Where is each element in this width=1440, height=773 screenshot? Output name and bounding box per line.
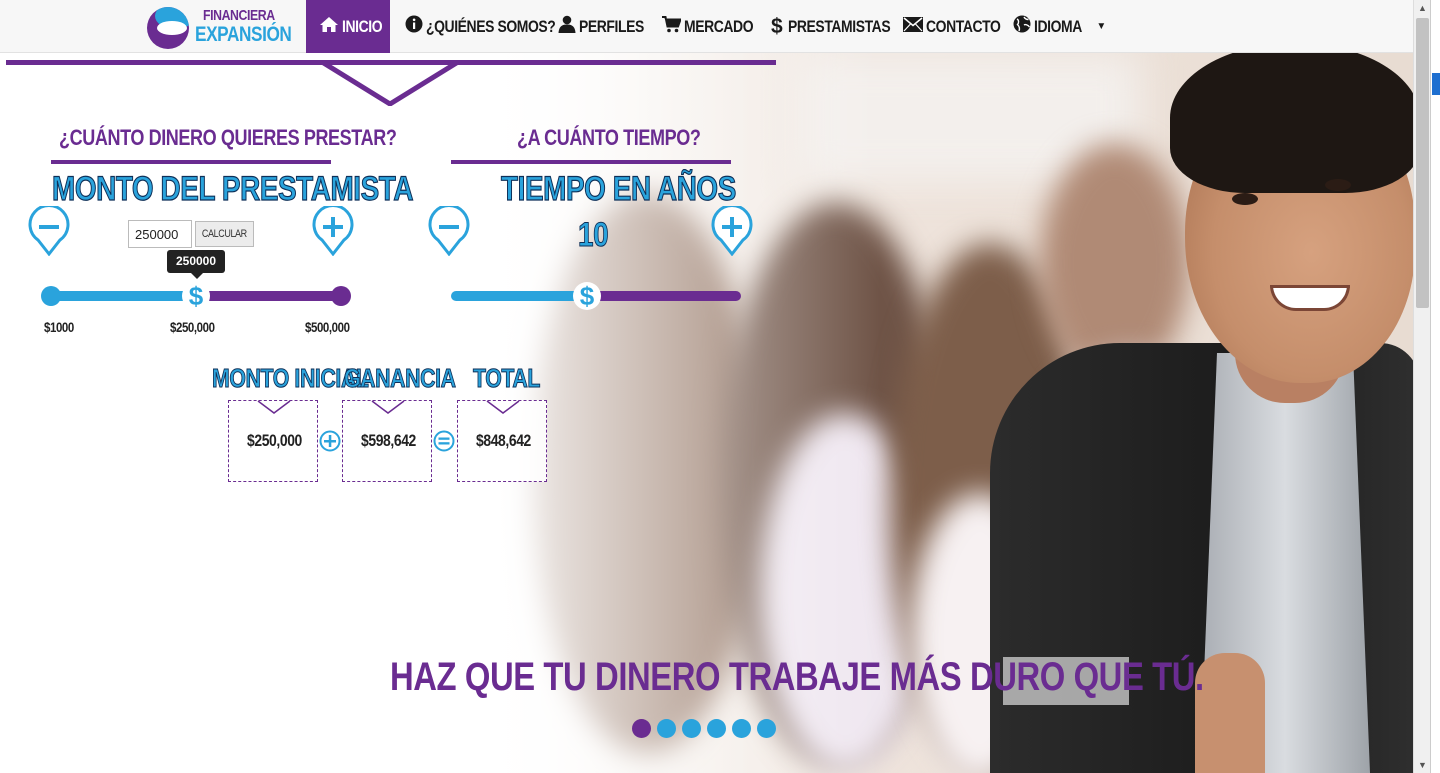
gain-label: GANANCIA	[344, 363, 457, 394]
globe-icon	[1013, 15, 1031, 38]
initial-amount-value: $250,000	[246, 431, 302, 450]
man-eye	[1325, 179, 1351, 191]
amount-slider-fill	[50, 291, 196, 301]
carousel-dot[interactable]	[632, 719, 651, 738]
nav-inicio[interactable]: INICIO	[306, 0, 390, 53]
brand-logo[interactable]: FINANCIERA EXPANSIÓN	[147, 4, 297, 50]
gain-value: $598,642	[360, 431, 416, 450]
cart-icon	[662, 15, 682, 38]
nav-idioma-label: IDIOMA	[1034, 16, 1082, 36]
amount-slider-min-dot	[41, 286, 61, 306]
amount-slider-rest	[196, 291, 342, 301]
equals-circle-icon	[433, 430, 455, 452]
years-slider-rest	[587, 291, 741, 301]
plus-circle-icon	[319, 430, 341, 452]
navbar: FINANCIERA EXPANSIÓN INICIO ¿QUIÉNES SOM…	[0, 0, 1413, 53]
minus-pin-icon[interactable]	[428, 206, 470, 256]
notch-icon	[486, 400, 520, 414]
time-question: ¿A CUÁNTO TIEMPO?	[517, 125, 701, 150]
time-underline	[451, 160, 731, 164]
carousel-indicators	[632, 719, 776, 738]
total-value: $848,642	[475, 431, 531, 450]
adjacent-window-accent	[1432, 73, 1440, 95]
plus-pin-icon[interactable]	[711, 206, 753, 256]
hero-section: ¿CUÁNTO DINERO QUIERES PRESTAR? MONTO DE…	[0, 53, 1413, 773]
amount-tick-mid: $250,000	[170, 319, 215, 335]
plus-pin-icon[interactable]	[312, 206, 354, 256]
scroll-down-arrow-icon[interactable]: ▼	[1414, 757, 1431, 773]
scroll-up-arrow-icon[interactable]: ▲	[1414, 0, 1431, 16]
amount-title: MONTO DEL PRESTAMISTA	[52, 169, 414, 208]
amount-tick-max: $500,000	[305, 319, 350, 335]
adjacent-window-edge	[1430, 0, 1440, 773]
nav-mercado-label: MERCADO	[684, 16, 754, 36]
amount-input[interactable]	[128, 220, 192, 248]
total-label: TOTAL	[473, 363, 541, 394]
nav-perfiles-label: PERFILES	[579, 16, 644, 36]
home-icon	[319, 16, 339, 38]
carousel-dot[interactable]	[707, 719, 726, 738]
man-thumb	[1195, 653, 1265, 773]
caret-down-icon: ▼	[1096, 21, 1107, 32]
carousel-dot[interactable]	[757, 719, 776, 738]
amount-question: ¿CUÁNTO DINERO QUIERES PRESTAR?	[59, 125, 397, 150]
hero-slogan: HAZ QUE TU DINERO TRABAJE MÁS DURO QUE T…	[390, 655, 1204, 699]
initial-amount-box: $250,000	[228, 400, 318, 482]
vertical-scrollbar[interactable]: ▲ ▼	[1413, 0, 1430, 773]
brand-name-bottom: EXPANSIÓN	[195, 23, 292, 46]
gain-box: $598,642	[342, 400, 432, 482]
minus-pin-icon[interactable]	[28, 206, 70, 256]
man-eye	[1232, 193, 1258, 205]
chevron-down-icon	[320, 60, 460, 106]
amount-tick-min: $1000	[44, 319, 74, 335]
envelope-icon	[903, 16, 923, 37]
notch-icon	[257, 400, 291, 414]
nav-idioma-dropdown[interactable]: IDIOMA ▼	[1000, 0, 1119, 53]
years-value: 10	[578, 216, 609, 255]
amount-tooltip: 250000	[167, 250, 225, 279]
amount-slider-max-dot	[331, 286, 351, 306]
nav-quienes-label: ¿QUIÉNES SOMOS?	[426, 16, 556, 36]
carousel-dot[interactable]	[732, 719, 751, 738]
years-slider-fill	[451, 291, 587, 301]
carousel-dot[interactable]	[657, 719, 676, 738]
total-box: $848,642	[457, 400, 547, 482]
info-icon	[405, 15, 423, 38]
calculate-button[interactable]: CALCULAR	[195, 221, 254, 247]
nav-contacto-label: CONTACTO	[926, 16, 1001, 36]
scrollbar-thumb[interactable]	[1416, 18, 1429, 308]
time-title: TIEMPO EN AÑOS	[501, 169, 737, 208]
man-hair	[1170, 53, 1413, 193]
notch-icon	[371, 400, 405, 414]
nav-inicio-label: INICIO	[342, 16, 383, 36]
amount-underline	[51, 160, 331, 164]
nav-prestamistas-label: PRESTAMISTAS	[787, 16, 891, 36]
logo-mark-icon	[147, 7, 189, 49]
dollar-icon: $	[771, 14, 783, 38]
user-icon	[558, 15, 576, 38]
amount-slider-handle[interactable]: $	[182, 282, 210, 310]
years-slider-handle[interactable]: $	[573, 282, 601, 310]
carousel-dot[interactable]	[682, 719, 701, 738]
brand-name-top: FINANCIERA	[203, 7, 275, 24]
calculate-button-label: CALCULAR	[202, 228, 247, 240]
